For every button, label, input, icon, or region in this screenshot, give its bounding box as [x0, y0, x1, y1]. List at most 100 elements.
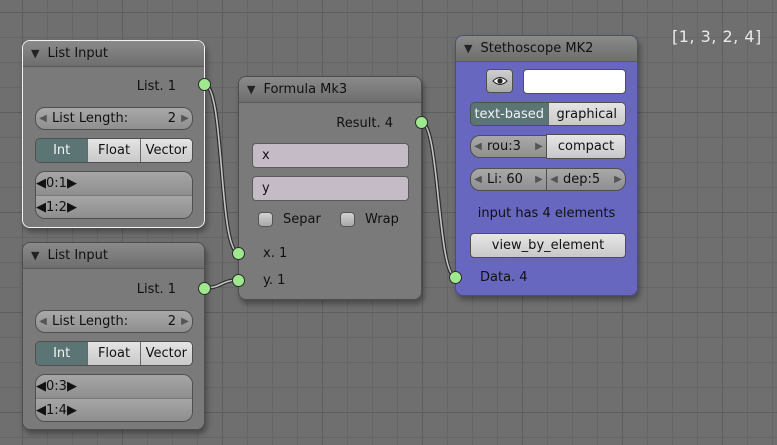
node-title: Stethoscope MK2 [480, 41, 594, 56]
link-list1-to-x [202, 82, 241, 255]
view-by-element-button[interactable]: view_by_element [470, 233, 626, 258]
info-text: input has 4 elements [477, 206, 616, 221]
node-header[interactable]: ▼ Stethoscope MK2 [456, 36, 637, 62]
mode-selector[interactable]: text-based graphical [470, 102, 626, 126]
increment-arrow-icon[interactable]: ▶ [67, 200, 77, 215]
decrement-arrow-icon[interactable]: ◀ [36, 379, 46, 394]
node-header[interactable]: ▼ List Input [23, 41, 204, 67]
stethoscope-node[interactable]: ▼ Stethoscope MK2 text-based graphical ◀… [449, 35, 638, 296]
increment-arrow-icon[interactable]: ▶ [67, 403, 77, 418]
list-item-field[interactable]: ◀ 1: 4 ▶ [36, 398, 192, 421]
field-value: 2 [167, 111, 176, 126]
node-title: List Input [47, 248, 108, 263]
list-input-node-2[interactable]: ▼ List Input List. 1 ◀ List Length: 2 ▶ … [22, 242, 211, 430]
node-title: List Input [47, 46, 108, 61]
collapse-triangle-icon[interactable]: ▼ [247, 83, 255, 96]
field-label: rou:3 [487, 139, 521, 154]
decrement-arrow-icon[interactable]: ◀ [36, 200, 46, 215]
type-selector[interactable]: Int Float Vector [35, 341, 193, 366]
list-item-field[interactable]: ◀ 1: 2 ▶ [36, 195, 192, 218]
input-socket-label-y: y. 1 [263, 273, 286, 288]
item-value: 4 [58, 402, 67, 418]
field-label: dep:5 [563, 172, 601, 187]
output-socket[interactable] [198, 78, 211, 91]
decrement-arrow-icon[interactable]: ◀ [36, 113, 50, 124]
item-value: 3 [58, 379, 67, 394]
eye-icon [491, 77, 508, 85]
increment-arrow-icon[interactable]: ▶ [67, 379, 77, 394]
type-option-float[interactable]: Float [87, 139, 140, 162]
separate-checkbox[interactable]: Separ [258, 212, 321, 227]
decrement-arrow-icon[interactable]: ◀ [547, 174, 561, 185]
compact-button[interactable]: compact [546, 134, 626, 159]
type-option-vector[interactable]: Vector [139, 139, 192, 162]
node-title: Formula Mk3 [263, 82, 348, 97]
decrement-arrow-icon[interactable]: ◀ [36, 403, 46, 418]
mode-option-graphical[interactable]: graphical [547, 103, 625, 125]
formula-node[interactable]: ▼ Formula Mk3 Result. 4 x y Separ Wrap x… [232, 76, 428, 300]
collapse-triangle-icon[interactable]: ▼ [31, 47, 39, 60]
viewer-output-text: [1, 3, 2, 4] [672, 27, 762, 46]
decrement-arrow-icon[interactable]: ◀ [36, 176, 46, 191]
checkbox-box[interactable] [340, 212, 355, 227]
input-socket-data[interactable] [449, 271, 462, 284]
formula-input-2[interactable]: y [252, 176, 409, 201]
type-option-float[interactable]: Float [87, 342, 140, 365]
item-value: 2 [58, 199, 67, 215]
depth-field[interactable]: ◀ dep:5 ▶ [546, 168, 626, 191]
list-item-field[interactable]: ◀ 0: 3 ▶ [36, 375, 192, 398]
node-header[interactable]: ▼ List Input [23, 243, 204, 269]
item-index: 0: [46, 379, 59, 394]
increment-arrow-icon[interactable]: ▶ [611, 174, 625, 185]
checkbox-label: Wrap [365, 212, 399, 227]
eye-toggle-button[interactable] [486, 69, 513, 93]
type-option-int[interactable]: Int [36, 342, 88, 365]
input-socket-x[interactable] [232, 247, 245, 260]
output-socket-label: List. 1 [136, 282, 176, 297]
output-socket-label: List. 1 [136, 79, 176, 94]
input-socket-y[interactable] [232, 274, 245, 287]
item-index: 1: [46, 199, 59, 215]
input-socket-label: Data. 4 [480, 270, 528, 285]
wrap-checkbox[interactable]: Wrap [340, 212, 399, 227]
increment-arrow-icon[interactable]: ▶ [178, 316, 192, 327]
list-items: ◀ 0: 1 ▶ ◀ 1: 2 ▶ [35, 171, 193, 219]
list-input-node-1[interactable]: ▼ List Input List. 1 ◀ List Length: 2 ▶ … [22, 40, 211, 228]
checkbox-box[interactable] [258, 212, 273, 227]
output-socket[interactable] [415, 116, 428, 129]
output-socket-label: Result. 4 [336, 116, 393, 131]
input-socket-label-x: x. 1 [263, 246, 288, 261]
type-option-vector[interactable]: Vector [139, 342, 192, 365]
rounding-field[interactable]: ◀ rou:3 ▶ [470, 135, 547, 158]
list-items: ◀ 0: 3 ▶ ◀ 1: 4 ▶ [35, 374, 193, 422]
decrement-arrow-icon[interactable]: ◀ [471, 141, 485, 152]
collapse-triangle-icon[interactable]: ▼ [31, 249, 39, 262]
line-limit-field[interactable]: ◀ Li: 60 ▶ [470, 168, 547, 191]
field-label: List Length: [52, 314, 129, 329]
formula-input-1[interactable]: x [252, 143, 409, 168]
increment-arrow-icon[interactable]: ▶ [532, 141, 546, 152]
type-option-int[interactable]: Int [36, 139, 88, 162]
link-result-to-data [419, 120, 458, 279]
list-length-field[interactable]: ◀ List Length: 2 ▶ [35, 107, 193, 130]
decrement-arrow-icon[interactable]: ◀ [36, 316, 50, 327]
item-value: 1 [58, 176, 67, 191]
field-label: List Length: [52, 111, 129, 126]
item-index: 1: [46, 402, 59, 418]
collapse-triangle-icon[interactable]: ▼ [464, 42, 472, 55]
increment-arrow-icon[interactable]: ▶ [178, 113, 192, 124]
list-length-field[interactable]: ◀ List Length: 2 ▶ [35, 310, 193, 333]
color-swatch[interactable] [523, 69, 626, 94]
type-selector[interactable]: Int Float Vector [35, 138, 193, 163]
field-value: 2 [167, 314, 176, 329]
increment-arrow-icon[interactable]: ▶ [67, 176, 77, 191]
increment-arrow-icon[interactable]: ▶ [532, 174, 546, 185]
output-socket[interactable] [198, 282, 211, 295]
mode-option-text-based[interactable]: text-based [471, 103, 548, 125]
field-label: Li: 60 [487, 172, 523, 187]
item-index: 0: [46, 176, 59, 191]
decrement-arrow-icon[interactable]: ◀ [471, 174, 485, 185]
list-item-field[interactable]: ◀ 0: 1 ▶ [36, 172, 192, 195]
node-header[interactable]: ▼ Formula Mk3 [239, 77, 421, 103]
checkbox-label: Separ [283, 212, 321, 227]
